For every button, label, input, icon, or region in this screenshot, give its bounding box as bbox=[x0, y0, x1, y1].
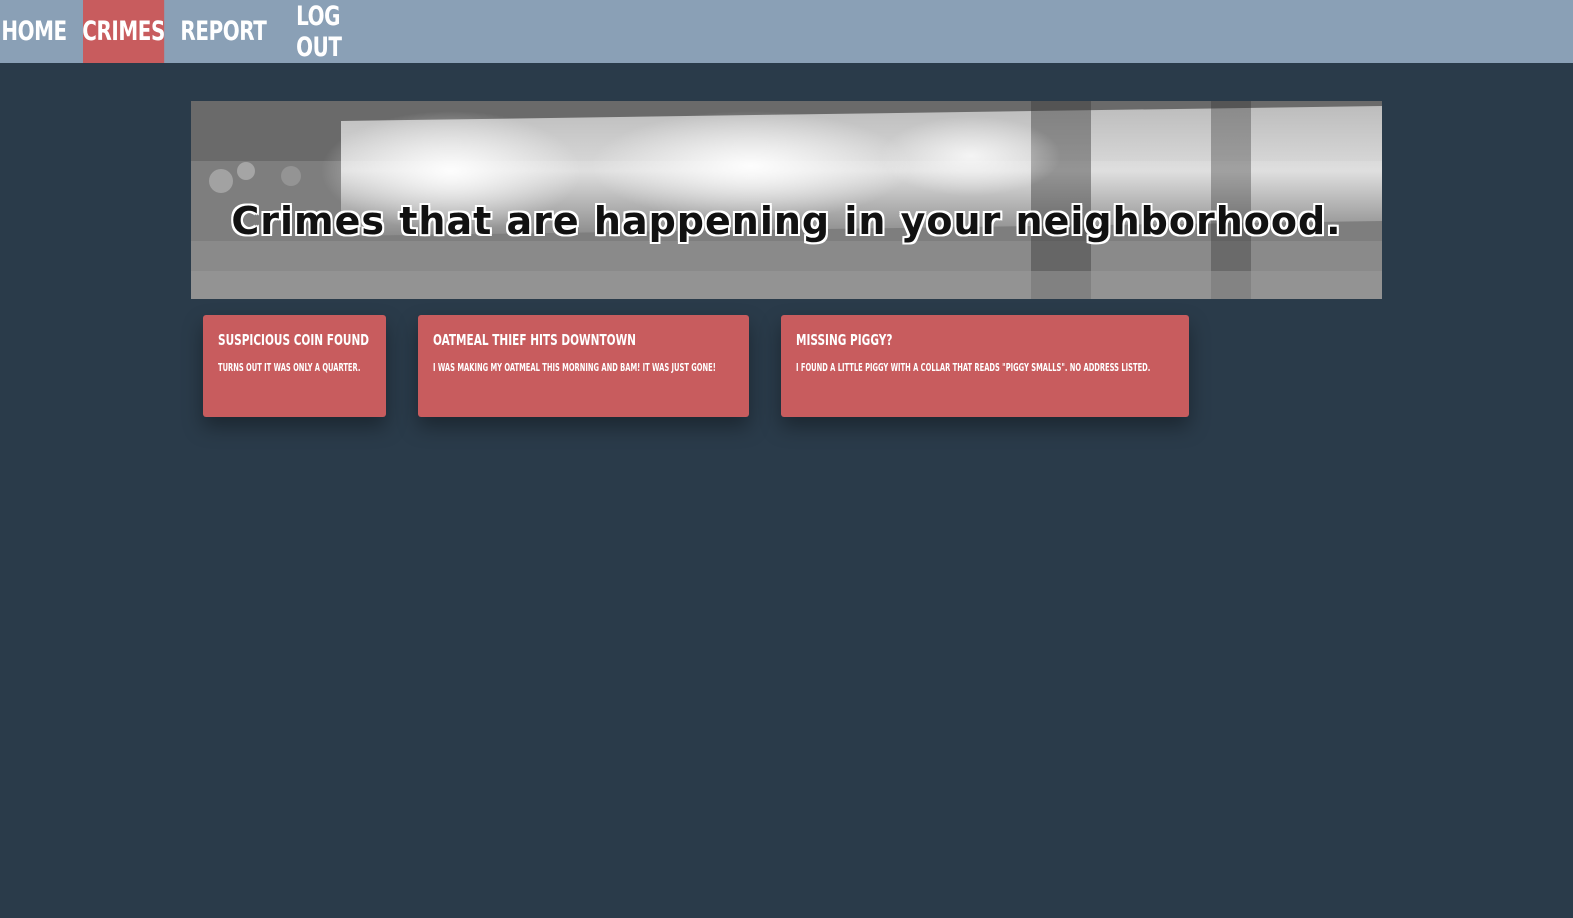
hero-banner: Crimes that are happening in your neighb… bbox=[191, 101, 1382, 299]
top-navbar: HOME CRIMES REPORT LOG OUT bbox=[0, 0, 1573, 63]
nav-home-link[interactable]: HOME bbox=[0, 0, 68, 63]
nav-logout-link[interactable]: LOG OUT bbox=[283, 0, 373, 63]
crime-card[interactable]: OATMEAL THIEF HITS DOWNTOWN I WAS MAKING… bbox=[418, 315, 749, 417]
crime-card[interactable]: MISSING PIGGY? I FOUND A LITTLE PIGGY WI… bbox=[781, 315, 1189, 417]
nav-report-link[interactable]: REPORT bbox=[180, 0, 267, 63]
nav-report-label: REPORT bbox=[180, 16, 267, 47]
crime-card-text: I FOUND A LITTLE PIGGY WITH A COLLAR THA… bbox=[796, 361, 1151, 374]
crime-card-text: TURNS OUT IT WAS ONLY A QUARTER. bbox=[218, 361, 361, 374]
crime-card-title: MISSING PIGGY? bbox=[796, 331, 893, 349]
nav-crimes-label: CRIMES bbox=[82, 16, 165, 47]
banner-title: Crimes that are happening in your neighb… bbox=[231, 199, 1342, 243]
crime-card-title: SUSPICIOUS COIN FOUND bbox=[218, 331, 370, 349]
crime-card-title: OATMEAL THIEF HITS DOWNTOWN bbox=[433, 331, 637, 349]
nav-logout-label: LOG OUT bbox=[296, 0, 342, 63]
crime-card[interactable]: SUSPICIOUS COIN FOUND TURNS OUT IT WAS O… bbox=[203, 315, 386, 417]
crime-card-text: I WAS MAKING MY OATMEAL THIS MORNING AND… bbox=[433, 361, 716, 374]
nav-crimes-link[interactable]: CRIMES bbox=[82, 0, 165, 63]
nav-home-label: HOME bbox=[1, 16, 67, 47]
